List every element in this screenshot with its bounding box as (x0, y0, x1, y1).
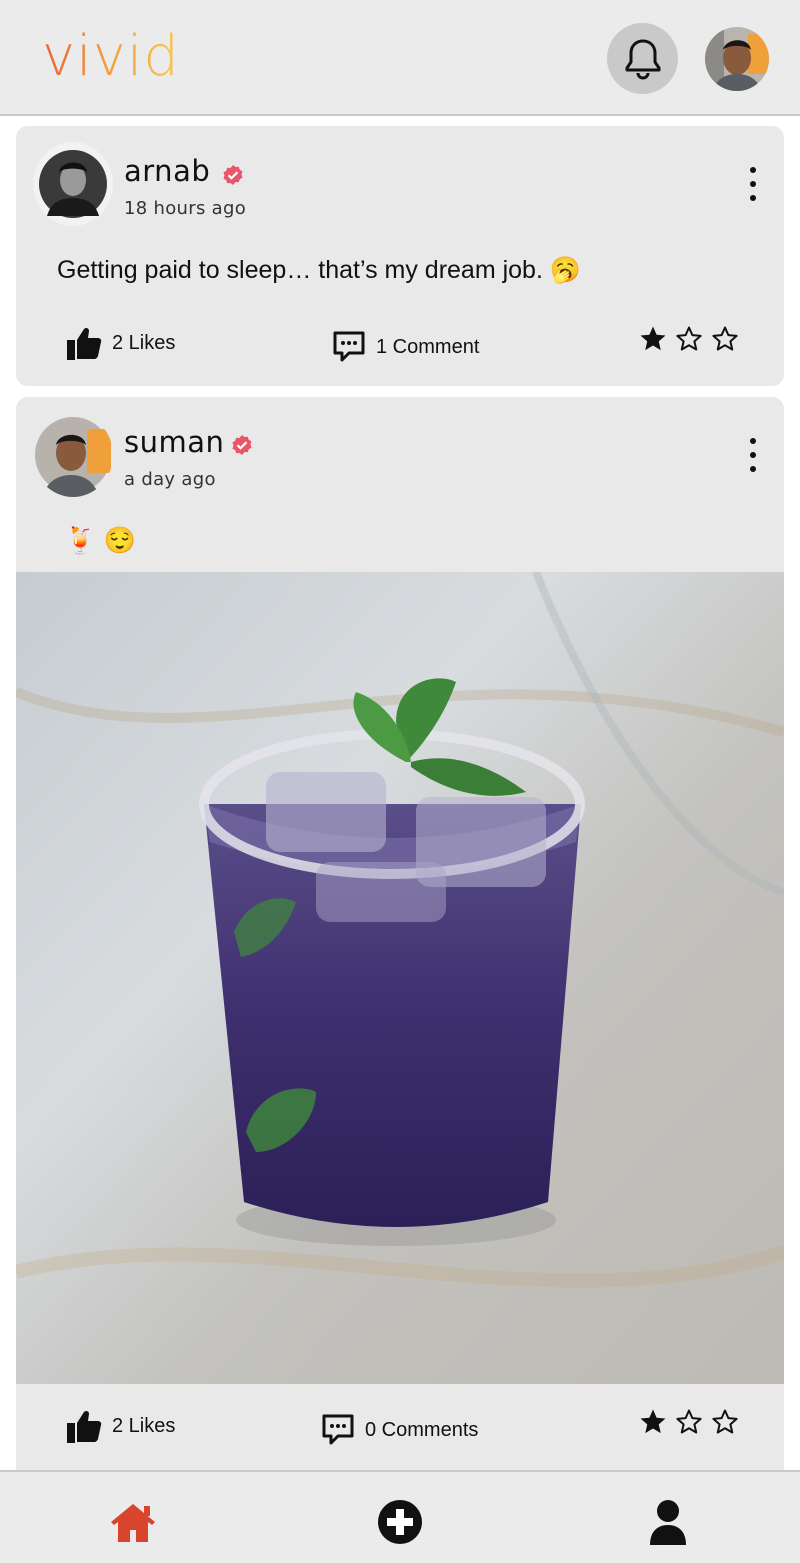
purple-drink-with-mint-photo (16, 570, 784, 1384)
verified-badge-icon (232, 435, 252, 455)
thumbs-up-icon (67, 1410, 102, 1443)
star-outline-icon[interactable] (674, 324, 704, 354)
bell-icon (625, 39, 660, 79)
app-logo[interactable]: vivid (42, 22, 180, 92)
post-image[interactable] (16, 570, 784, 1384)
profile-avatar-button[interactable] (704, 24, 770, 94)
comment-button[interactable]: 1 Comment (332, 330, 479, 364)
post-card: suman a day ago 🍹 😌 2 Likes 0 Comments (16, 397, 784, 1471)
likes-count: 2 Likes (112, 1414, 176, 1437)
star-outline-icon[interactable] (710, 324, 740, 354)
user-avatar (705, 27, 769, 91)
nav-add-post-button[interactable] (376, 1498, 424, 1546)
comment-icon (322, 1414, 354, 1445)
comments-count: 0 Comments (365, 1418, 479, 1441)
notifications-button[interactable] (607, 23, 678, 94)
nav-profile-button[interactable] (644, 1498, 692, 1546)
post-author-name[interactable]: suman (124, 425, 224, 459)
add-post-icon (378, 1500, 422, 1544)
star-filled-icon[interactable] (638, 324, 668, 354)
rating-stars[interactable] (638, 324, 740, 354)
user-avatar (33, 413, 113, 497)
more-vert-icon (750, 167, 756, 173)
star-filled-icon[interactable] (638, 1407, 668, 1437)
post-card: arnab 18 hours ago Getting paid to sleep… (16, 126, 784, 386)
post-text: 🍹 😌 (64, 525, 136, 555)
top-app-bar: vivid (0, 0, 800, 116)
post-author-avatar[interactable] (33, 413, 113, 497)
profile-icon (650, 1500, 686, 1545)
like-button[interactable]: 2 Likes (66, 1409, 175, 1443)
likes-count: 2 Likes (112, 331, 176, 354)
more-vert-icon (750, 438, 756, 444)
comment-button[interactable]: 0 Comments (321, 1413, 478, 1447)
post-options-button[interactable] (744, 438, 762, 472)
bottom-navigation (0, 1470, 800, 1563)
post-author-name[interactable]: arnab (124, 154, 210, 188)
star-outline-icon[interactable] (710, 1407, 740, 1437)
like-button[interactable]: 2 Likes (66, 326, 175, 360)
comments-count: 1 Comment (376, 335, 480, 358)
post-text: Getting paid to sleep… that’s my dream j… (57, 256, 581, 284)
star-outline-icon[interactable] (674, 1407, 704, 1437)
user-avatar (33, 142, 113, 226)
thumbs-up-icon (67, 327, 102, 360)
post-timestamp: 18 hours ago (124, 198, 247, 219)
verified-badge-icon (223, 165, 243, 185)
post-timestamp: a day ago (124, 469, 216, 490)
rating-stars[interactable] (638, 1407, 740, 1437)
comment-icon (333, 331, 365, 362)
post-options-button[interactable] (744, 167, 762, 201)
home-icon (111, 1504, 155, 1542)
nav-home-button[interactable] (109, 1498, 157, 1546)
post-author-avatar[interactable] (33, 142, 113, 226)
